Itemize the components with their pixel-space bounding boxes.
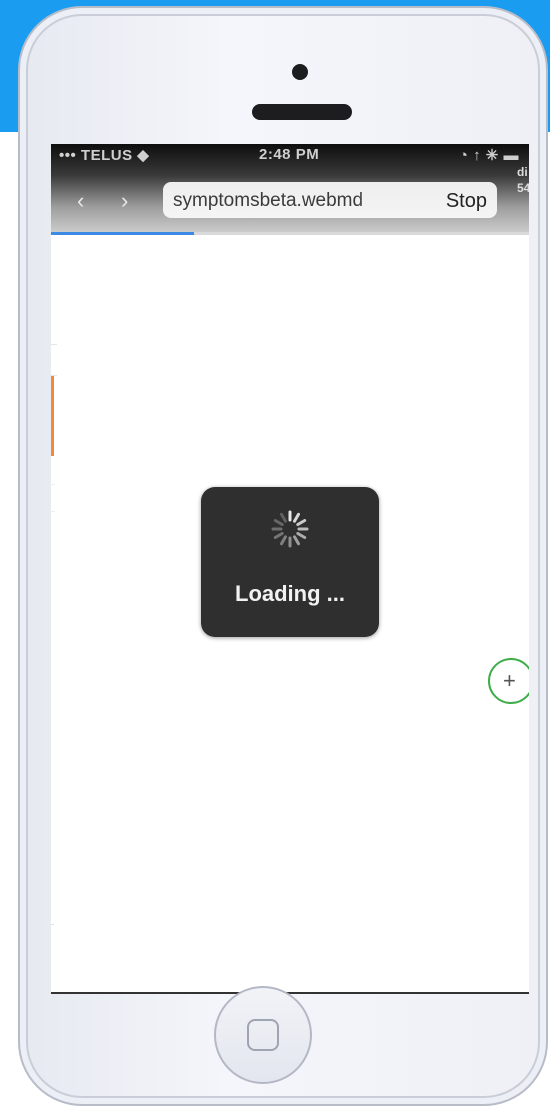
home-button-icon: [247, 1019, 279, 1051]
phone-screen: ••• TELUS ◆ 2:48 PM ◔ ↑ ✳ ▬ di 54 ‹ › sy…: [51, 144, 529, 994]
status-icons: ◔ ↑ ✳ ▬: [458, 147, 519, 164]
camera-icon: [292, 64, 308, 80]
url-text: symptomsbeta.webmd: [173, 190, 364, 211]
plus-icon: +: [503, 668, 516, 693]
stop-button[interactable]: Stop: [446, 190, 487, 213]
spinner-icon: [271, 510, 309, 548]
cut-off-label-line-2: 54: [517, 181, 529, 195]
browser-chrome: ••• TELUS ◆ 2:48 PM ◔ ↑ ✳ ▬ di 54 ‹ › sy…: [51, 144, 529, 235]
carrier-label: ••• TELUS ◆: [59, 147, 150, 164]
back-button-icon[interactable]: ‹: [77, 190, 84, 212]
cut-off-label-line-1: di: [517, 165, 528, 179]
page-load-progress: [51, 232, 529, 235]
forward-button-icon[interactable]: ›: [121, 190, 128, 212]
address-bar[interactable]: symptomsbeta.webmd Stop: [163, 182, 497, 218]
speaker-icon: [252, 104, 352, 120]
page-fragment: [51, 924, 54, 943]
page-fragment-accent: [51, 376, 54, 456]
add-floating-button[interactable]: +: [488, 658, 529, 704]
page-fragment: [51, 344, 57, 376]
loading-text: Loading ...: [235, 581, 345, 606]
home-button[interactable]: [214, 986, 312, 1084]
loading-overlay: Loading ...: [201, 487, 379, 637]
status-time: 2:48 PM: [259, 146, 320, 163]
progress-fill: [51, 232, 195, 235]
status-bar: ••• TELUS ◆ 2:48 PM ◔ ↑ ✳ ▬: [51, 144, 529, 166]
cut-off-label: di 54: [517, 164, 529, 196]
page-fragment: [51, 484, 55, 512]
